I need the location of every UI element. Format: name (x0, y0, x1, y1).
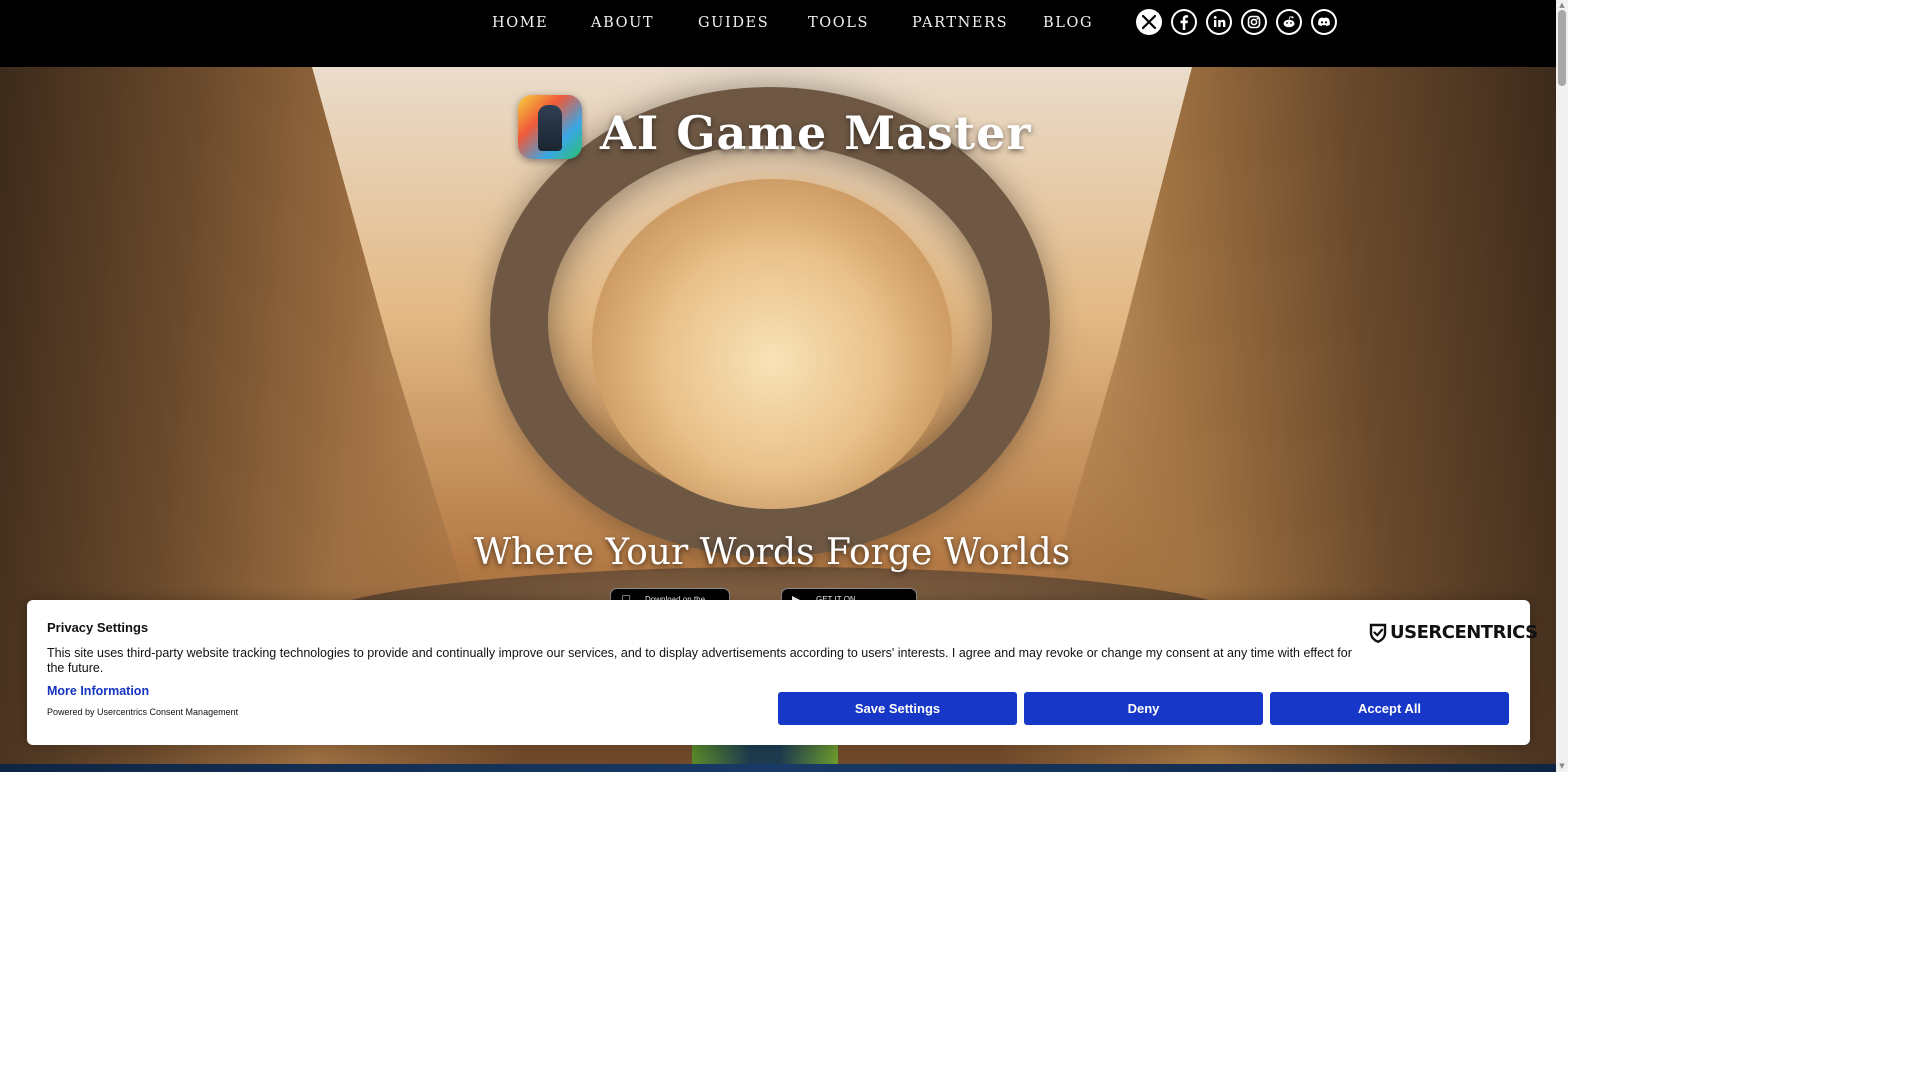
facebook-icon[interactable] (1171, 9, 1197, 35)
nav-home-link[interactable]: HOME (492, 14, 548, 32)
hero-tagline: Where Your Words Forge Worlds (474, 532, 1071, 573)
scrollbar-thumb[interactable] (1558, 10, 1566, 86)
reddit-icon[interactable] (1276, 9, 1302, 35)
usercentrics-logo: USERCENTRICS (1369, 622, 1538, 643)
deny-button[interactable]: Deny (1024, 692, 1263, 725)
instagram-icon[interactable] (1241, 9, 1267, 35)
consent-title: Privacy Settings (47, 620, 149, 635)
x-icon[interactable] (1136, 9, 1162, 35)
linkedin-icon[interactable] (1206, 9, 1232, 35)
scroll-down-icon[interactable]: ▼ (1558, 762, 1566, 770)
app-logo-icon (518, 95, 582, 159)
nav-blog-link[interactable]: BLOG (1043, 14, 1093, 32)
more-information-link[interactable]: More Information (47, 684, 149, 698)
knight-icon (538, 105, 562, 151)
nav-partners-link[interactable]: PARTNERS (912, 14, 1008, 32)
consent-powered-by: Powered by Usercentrics Consent Manageme… (47, 707, 239, 717)
nav-guides-link[interactable]: GUIDES (698, 14, 769, 32)
hero-portal-core (592, 179, 952, 509)
hero-bottom-strip (0, 764, 1556, 772)
save-settings-button[interactable]: Save Settings (778, 692, 1017, 725)
top-navigation: HOME ABOUT GUIDES TOOLS PARTNERS BLOG (0, 0, 1556, 67)
nav-about-link[interactable]: ABOUT (591, 14, 654, 32)
nav-tools-link[interactable]: TOOLS (808, 14, 869, 32)
privacy-consent-banner: Privacy Settings This site uses third-pa… (27, 600, 1538, 745)
consent-text: This site uses third-party website track… (47, 646, 1352, 675)
scroll-up-icon[interactable]: ▲ (1558, 1, 1566, 9)
usercentrics-logo-text: USERCENTRICS (1390, 622, 1538, 643)
page-scrollbar[interactable]: ▲ ▼ (1556, 0, 1568, 772)
discord-icon[interactable] (1311, 9, 1337, 35)
hero-title: AI Game Master (600, 106, 1032, 160)
accept-all-button[interactable]: Accept All (1270, 692, 1509, 725)
shield-check-icon (1369, 623, 1387, 643)
